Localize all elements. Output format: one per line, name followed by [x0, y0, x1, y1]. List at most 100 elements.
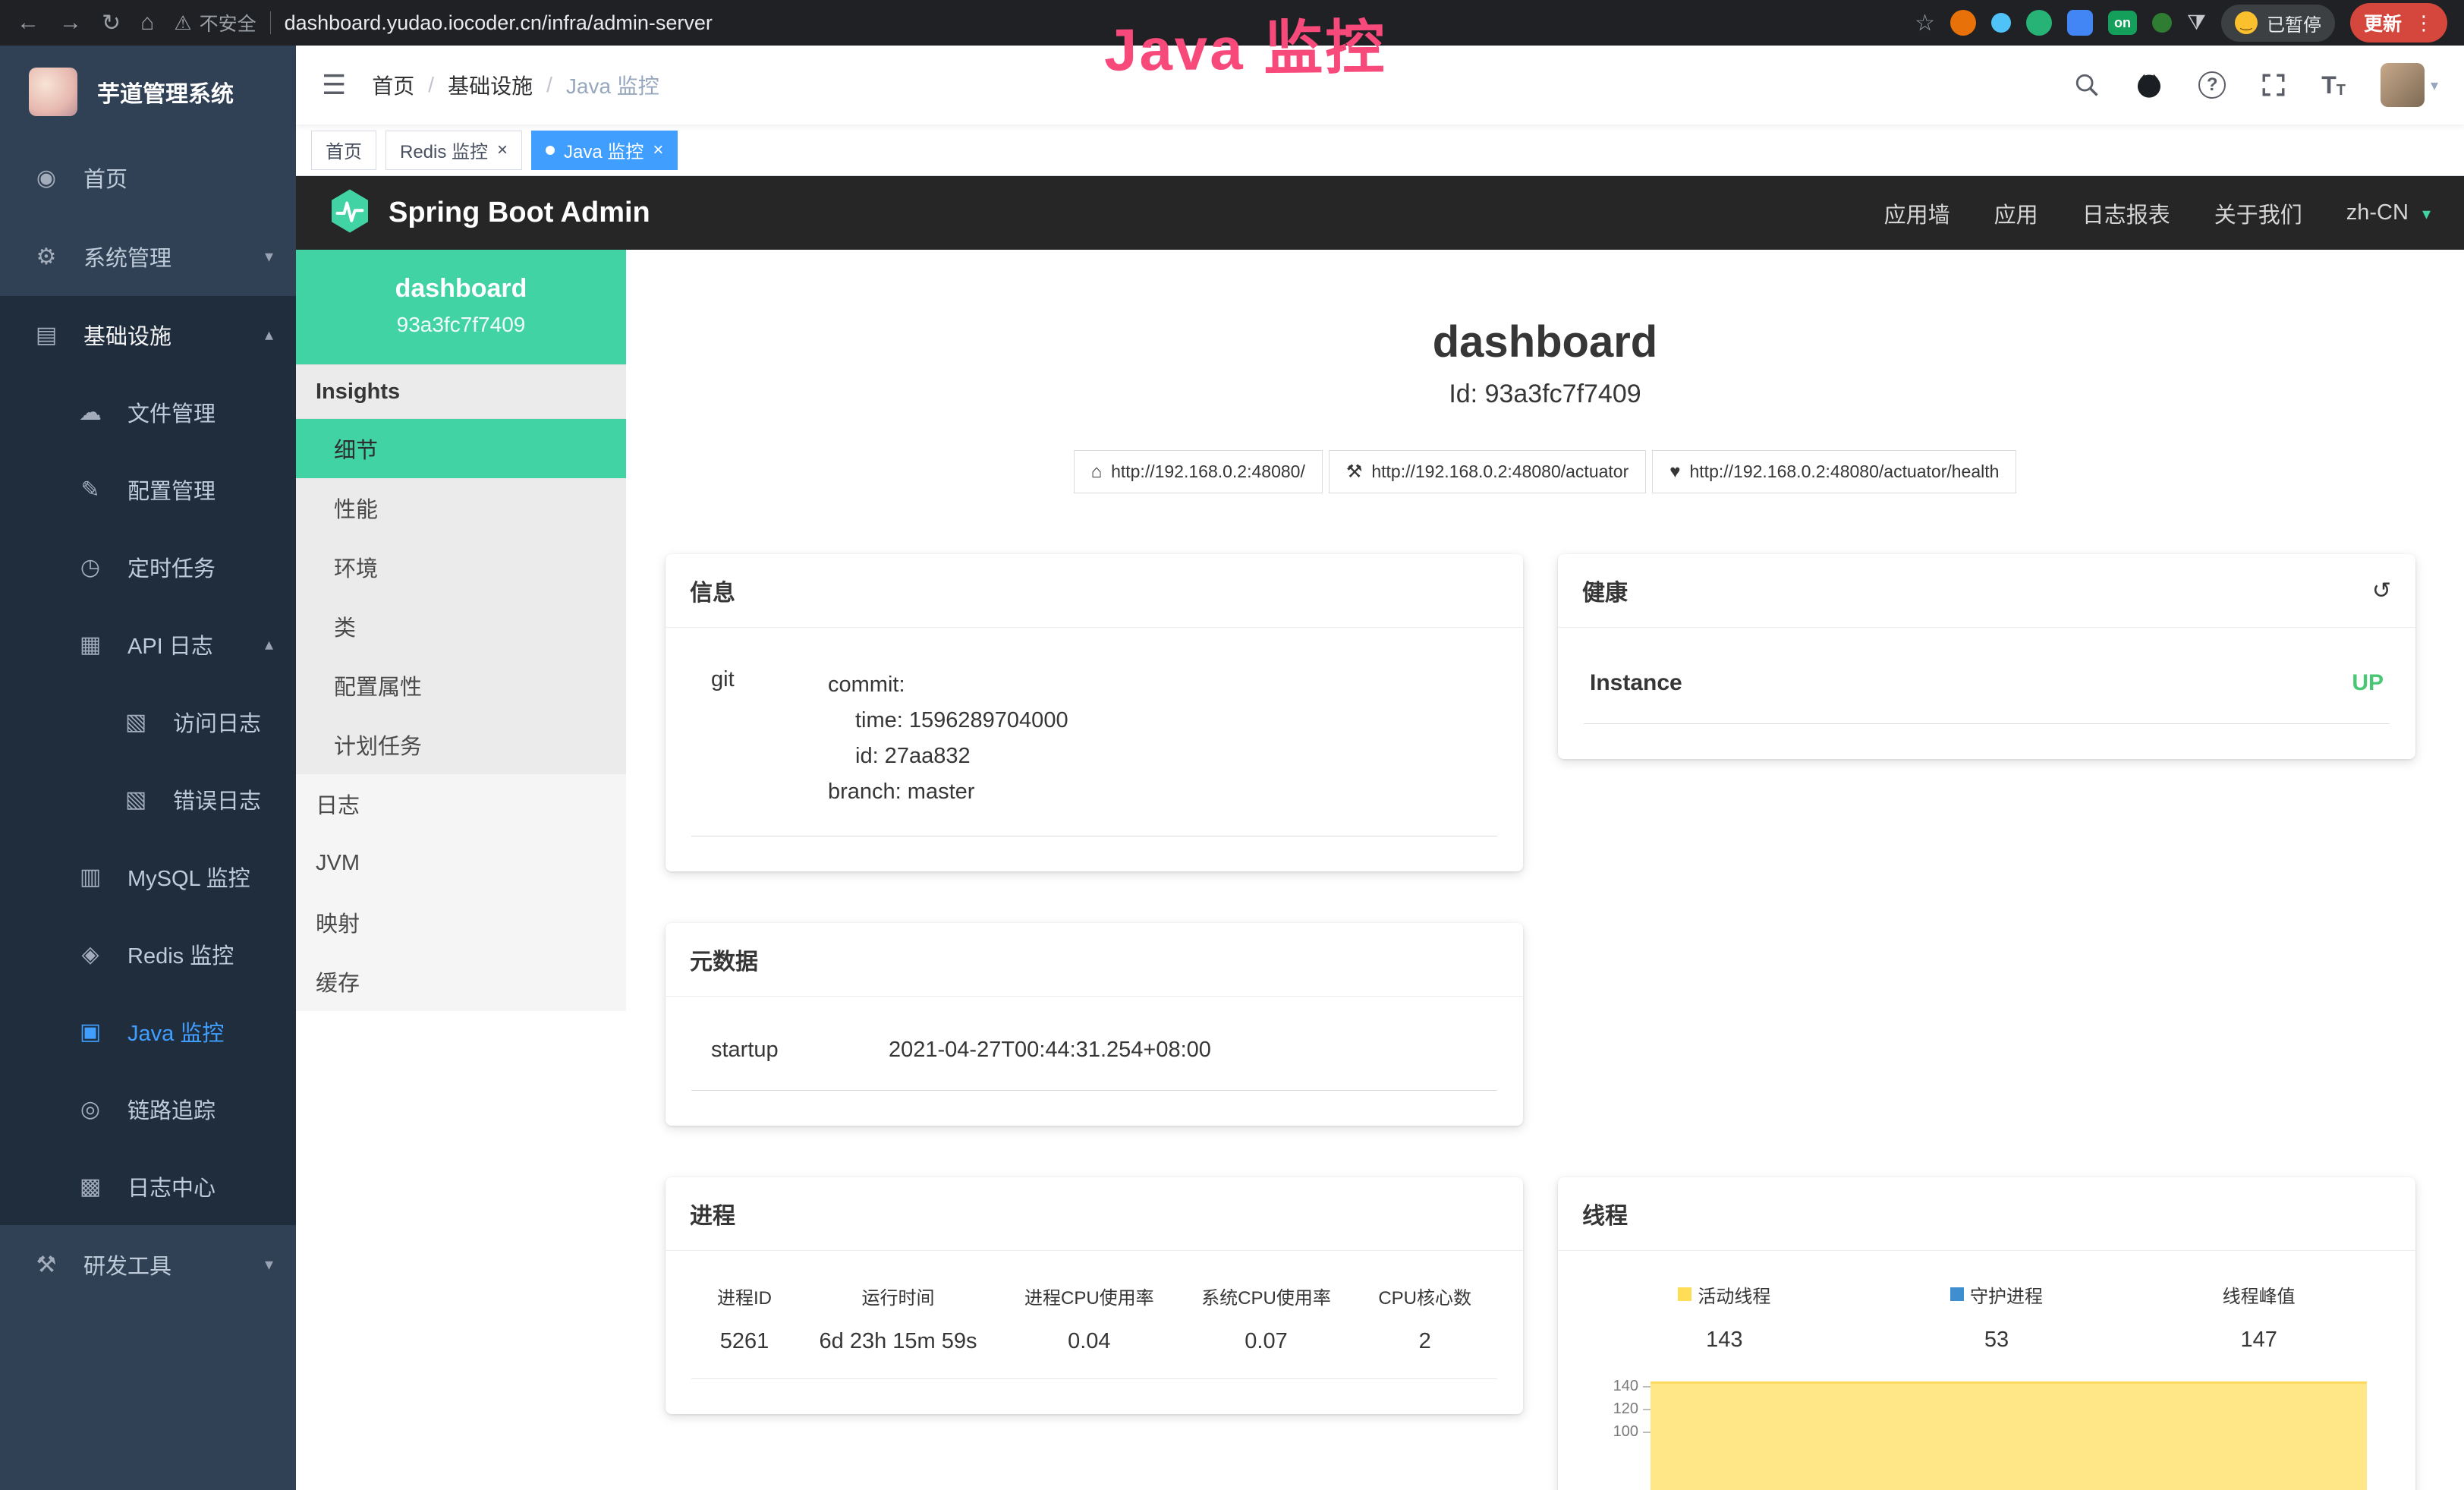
sba-item-jvm[interactable]: JVM [296, 833, 626, 893]
sba-nav-about[interactable]: 关于我们 [2214, 197, 2302, 229]
refresh-icon[interactable]: ↻ [102, 10, 121, 36]
legend-label: 守护进程 [1970, 1281, 2043, 1308]
git-commit-line: commit: [828, 667, 1068, 703]
sba-item-logs[interactable]: 日志 [296, 774, 626, 833]
sidebar-item-label: 系统管理 [83, 241, 172, 272]
process-col-header: 进程ID [717, 1283, 772, 1309]
sba-item-details[interactable]: 细节 [296, 419, 626, 478]
extension-icon-drop[interactable] [1991, 13, 2011, 33]
tools-icon: ⚒ [32, 1252, 61, 1278]
extension-icon-green[interactable] [2026, 10, 2052, 36]
close-icon[interactable]: × [653, 140, 663, 161]
sidebar-item-file-management[interactable]: ☁ 文件管理 [0, 373, 296, 451]
sba-item-mappings[interactable]: 映射 [296, 893, 626, 952]
page-title: dashboard [626, 317, 2464, 367]
extensions-puzzle-icon[interactable]: ⧩ [2187, 11, 2206, 36]
tabs-bar: 首页 Redis 监控 × Java 监控 × [296, 124, 2464, 176]
security-warning[interactable]: ⚠ 不安全 [174, 9, 256, 36]
info-card-body: git commit: time: 1596289704000 id: 27aa… [666, 628, 1523, 871]
address-bar[interactable]: ⚠ 不安全 dashboard.yudao.iocoder.cn/infra/a… [174, 9, 713, 36]
process-col-value: 5261 [717, 1329, 772, 1354]
breadcrumb-home[interactable]: 首页 [372, 70, 414, 100]
tab-java-monitor[interactable]: Java 监控 × [531, 131, 678, 170]
legend-swatch-yellow [1678, 1287, 1691, 1301]
legend-value: 143 [1678, 1328, 1770, 1353]
paused-badge[interactable]: ‿ 已暂停 [2221, 5, 2335, 42]
link-health-url[interactable]: ♥ http://192.168.0.2:48080/actuator/heal… [1652, 450, 2016, 493]
process-col-system-cpu: 系统CPU使用率 0.07 [1201, 1283, 1331, 1354]
sidebar-item-config-management[interactable]: ✎ 配置管理 [0, 451, 296, 528]
browser-update-button[interactable]: 更新 ⋮ [2350, 3, 2447, 43]
breadcrumb-infrastructure[interactable]: 基础设施 [448, 70, 533, 100]
link-service-url[interactable]: ⌂ http://192.168.0.2:48080/ [1074, 450, 1323, 493]
health-instance-row[interactable]: Instance UP [1584, 646, 2390, 724]
user-avatar[interactable]: ▾ [2381, 63, 2438, 107]
live-threads-area [1651, 1381, 2367, 1490]
sidebar-item-log-center[interactable]: ▩ 日志中心 [0, 1148, 296, 1225]
avatar[interactable] [2381, 63, 2425, 107]
tab-label: Redis 监控 [400, 137, 488, 163]
back-icon[interactable]: ← [17, 10, 39, 36]
sba-item-scheduled[interactable]: 计划任务 [296, 715, 626, 774]
sidebar-item-label: 链路追踪 [127, 1093, 216, 1125]
sidebar-item-scheduled-tasks[interactable]: ◷ 定时任务 [0, 528, 296, 606]
health-card: 健康 ↺ Instance UP [1558, 554, 2415, 759]
sidebar-item-redis-monitor[interactable]: ◈ Redis 监控 [0, 915, 296, 993]
sba-nav-wallboard[interactable]: 应用墙 [1884, 197, 1950, 229]
close-icon[interactable]: × [497, 140, 508, 161]
extension-icon-orange[interactable] [1950, 10, 1976, 36]
bookmark-star-icon[interactable]: ☆ [1915, 10, 1935, 36]
sidebar-item-api-logs[interactable]: ▦ API 日志 ▴ [0, 606, 296, 683]
browser-menu-icon[interactable]: ⋮ [2414, 11, 2434, 35]
sba-item-classes[interactable]: 类 [296, 597, 626, 656]
help-icon[interactable]: ? [2198, 71, 2226, 99]
extension-icon-on-badge[interactable]: on [2108, 11, 2137, 35]
home-icon[interactable]: ⌂ [140, 10, 154, 36]
sidebar-item-error-logs[interactable]: ▧ 错误日志 [0, 761, 296, 838]
extension-icon-grid[interactable] [2067, 10, 2093, 36]
hamburger-icon[interactable]: ☰ [322, 69, 346, 101]
logo-title: 芋道管理系统 [97, 75, 234, 109]
tab-home[interactable]: 首页 [311, 131, 376, 170]
sidebar-item-access-logs[interactable]: ▧ 访问日志 [0, 683, 296, 761]
sidebar-logo[interactable]: 芋道管理系统 [0, 46, 296, 138]
sidebar-item-home[interactable]: ◉ 首页 [0, 138, 296, 217]
sba-brand-title[interactable]: Spring Boot Admin [389, 197, 650, 229]
info-value: commit: time: 1596289704000 id: 27aa832 … [828, 667, 1068, 810]
search-icon[interactable] [2074, 72, 2100, 98]
tab-redis-monitor[interactable]: Redis 监控 × [385, 131, 522, 170]
health-card-title: 健康 [1582, 574, 1628, 607]
text-size-icon[interactable]: TT [2321, 71, 2346, 99]
sidebar-item-infrastructure[interactable]: ▤ 基础设施 ▴ [0, 296, 296, 373]
sba-app-block[interactable]: dashboard 93a3fc7f7409 [296, 250, 626, 364]
process-col-cpu-cores: CPU核心数 2 [1378, 1283, 1471, 1354]
sba-item-environment[interactable]: 环境 [296, 537, 626, 597]
history-icon[interactable]: ↺ [2372, 578, 2391, 604]
sidebar-item-label: 错误日志 [173, 783, 261, 815]
extension-icon-leaf[interactable] [2152, 13, 2172, 33]
main-column: ☰ 首页 / 基础设施 / Java 监控 ? [296, 46, 2464, 1490]
threads-legend: 活动线程 143 守护进程 [1584, 1269, 2390, 1353]
sba-nav-applications[interactable]: 应用 [1994, 197, 2038, 229]
process-card-title: 进程 [690, 1197, 735, 1230]
sba-item-caches[interactable]: 缓存 [296, 952, 626, 1011]
forward-icon[interactable]: → [59, 10, 82, 36]
sidebar-item-mysql-monitor[interactable]: ▥ MySQL 监控 [0, 838, 296, 915]
sba-item-config-props[interactable]: 配置属性 [296, 656, 626, 715]
sba-locale-select[interactable]: zh-CN ▾ [2346, 200, 2431, 225]
github-icon[interactable] [2135, 71, 2163, 99]
sba-logo-icon[interactable] [329, 188, 370, 238]
access-log-icon: ▧ [121, 709, 150, 736]
url-text[interactable]: dashboard.yudao.iocoder.cn/infra/admin-s… [285, 11, 713, 35]
sidebar-item-dev-tools[interactable]: ⚒ 研发工具 ▾ [0, 1225, 296, 1304]
sidebar-submenu-infra: ▤ 基础设施 ▴ ☁ 文件管理 ✎ 配置管理 ◷ 定时任务 ▦ [0, 296, 296, 1225]
sba-item-metrics[interactable]: 性能 [296, 478, 626, 537]
git-id-line: id: 27aa832 [828, 739, 1068, 774]
sidebar-item-system[interactable]: ⚙ 系统管理 ▾ [0, 217, 296, 296]
fullscreen-icon[interactable] [2261, 72, 2286, 98]
process-col-header: 进程CPU使用率 [1024, 1283, 1154, 1309]
sidebar-item-tracing[interactable]: ◎ 链路追踪 [0, 1070, 296, 1148]
sidebar-item-java-monitor[interactable]: ▣ Java 监控 [0, 993, 296, 1070]
link-actuator-url[interactable]: ⚒ http://192.168.0.2:48080/actuator [1329, 450, 1646, 493]
sba-nav-journal[interactable]: 日志报表 [2082, 197, 2170, 229]
